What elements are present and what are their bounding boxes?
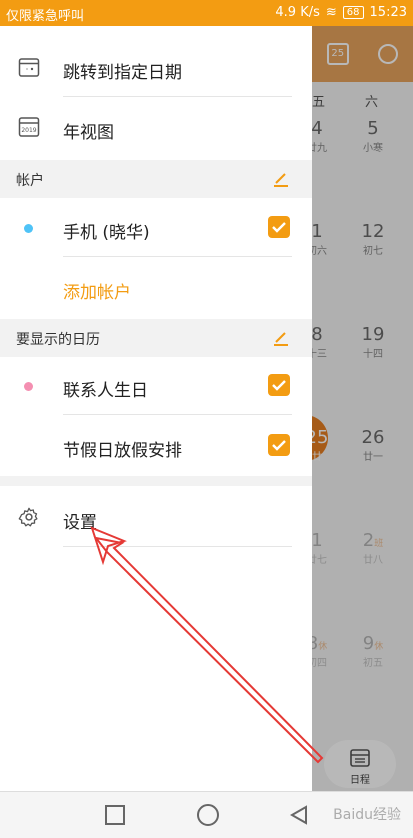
day-number: 12	[361, 221, 385, 242]
lunar-date: 初五	[363, 658, 383, 669]
day-cell[interactable]: 9休 初五	[348, 633, 398, 669]
add-account-link[interactable]: 添加帐户	[63, 278, 131, 303]
schedule-button[interactable]: 日程	[324, 740, 396, 788]
calendar-holidays-label: 节假日放假安排	[63, 441, 182, 461]
goto-date-label: 跳转到指定日期	[63, 63, 182, 83]
search-icon[interactable]	[378, 44, 399, 64]
lunar-date: 初七	[363, 246, 383, 257]
wifi-icon: ≋	[325, 5, 337, 20]
account-item[interactable]: 手机 (晓华)	[0, 198, 312, 258]
day-number: 2	[362, 530, 375, 551]
accounts-header: 帐户	[16, 173, 44, 189]
calendars-header: 要显示的日历	[16, 332, 100, 348]
holiday-tag: 休	[318, 642, 328, 652]
calendar-item-birthdays[interactable]: 联系人生日	[0, 356, 312, 416]
account-name: 手机 (晓华)	[63, 223, 150, 243]
watermark: Baidu经验	[333, 807, 401, 823]
navigation-drawer: 跳转到指定日期 2019 年视图 帐户 手机 (晓华) 添加帐户 要显示的日历	[0, 26, 312, 791]
recent-apps-button[interactable]	[105, 805, 125, 825]
workday-tag: 班	[374, 539, 384, 549]
day-cell[interactable]: 19 十四	[348, 324, 398, 360]
schedule-icon	[350, 749, 370, 767]
day-number: 19	[361, 324, 385, 345]
divider	[63, 256, 292, 257]
week-row: 1 廿七 2班 廿八	[307, 530, 413, 633]
birthday-color-dot	[24, 382, 33, 391]
goto-date-item[interactable]: 跳转到指定日期	[0, 38, 312, 98]
weekday-header: 五 六	[312, 82, 413, 118]
day-cell[interactable]: 26 廿一	[348, 427, 398, 463]
day-cell[interactable]: 12 初七	[348, 221, 398, 257]
birthdays-checkbox[interactable]	[268, 374, 290, 396]
calendar-birthdays-label: 联系人生日	[63, 381, 148, 401]
calendar-jump-icon	[18, 58, 40, 77]
day-number: 26	[361, 427, 385, 448]
divider	[63, 546, 292, 547]
schedule-label: 日程	[350, 775, 370, 786]
week-row: 1 初六 12 初七	[307, 221, 413, 324]
day-number: 9	[362, 633, 375, 654]
status-bar: 仅限紧急呼叫 4.9 K/s ≋ 68 15:23	[0, 0, 413, 26]
home-button[interactable]	[197, 804, 219, 826]
year-calendar-icon: 2019	[18, 117, 40, 137]
holiday-tag: 休	[374, 642, 384, 652]
calendar-today-icon[interactable]: 25	[326, 43, 349, 65]
year-view-label: 年视图	[63, 123, 114, 143]
year-view-item[interactable]: 2019 年视图	[0, 98, 312, 158]
lunar-date: 廿一	[363, 452, 383, 463]
section-gap	[0, 476, 312, 486]
settings-label: 设置	[63, 513, 97, 533]
week-row: 4 廿九 5 小寒	[307, 118, 413, 221]
account-checkbox[interactable]	[268, 216, 290, 238]
lunar-date: 小寒	[363, 143, 383, 154]
day-cell[interactable]: 5 小寒	[348, 118, 398, 154]
holidays-checkbox[interactable]	[268, 434, 290, 456]
emergency-call-text: 仅限紧急呼叫	[6, 9, 85, 24]
week-row: 8休 初四 9休 初五	[307, 633, 413, 736]
gear-icon	[18, 507, 38, 527]
account-color-dot	[24, 224, 33, 233]
week-row: 25 廿 26 廿一	[282, 415, 413, 530]
calendar-appbar: 25	[312, 26, 413, 82]
background-calendar: 25 五 六 4 廿九 5 小寒 1 初六 12 初七 8 十三 19 十四 2…	[282, 26, 413, 791]
divider	[63, 414, 292, 415]
day-cell[interactable]: 2班 廿八	[348, 530, 398, 566]
network-speed: 4.9 K/s	[275, 5, 320, 20]
svg-text:2019: 2019	[21, 127, 36, 134]
day-number: 5	[367, 118, 379, 139]
edit-accounts-icon[interactable]	[272, 170, 290, 188]
divider	[63, 96, 292, 97]
settings-item[interactable]: 设置	[0, 488, 312, 548]
weekday-sat: 六	[365, 94, 379, 110]
battery-icon: 68	[342, 6, 364, 19]
weekday-fri: 五	[312, 94, 326, 110]
accounts-section-header: 帐户	[0, 160, 312, 198]
edit-calendars-icon[interactable]	[272, 329, 290, 347]
clock: 15:23	[369, 5, 407, 20]
back-button[interactable]	[290, 805, 308, 825]
calendar-item-holidays[interactable]: 节假日放假安排	[0, 416, 312, 476]
lunar-date: 廿八	[363, 555, 383, 566]
add-account-item[interactable]: 添加帐户	[0, 258, 312, 318]
lunar-date: 十四	[363, 349, 383, 360]
week-row: 8 十三 19 十四	[307, 324, 413, 427]
calendars-section-header: 要显示的日历	[0, 319, 312, 357]
